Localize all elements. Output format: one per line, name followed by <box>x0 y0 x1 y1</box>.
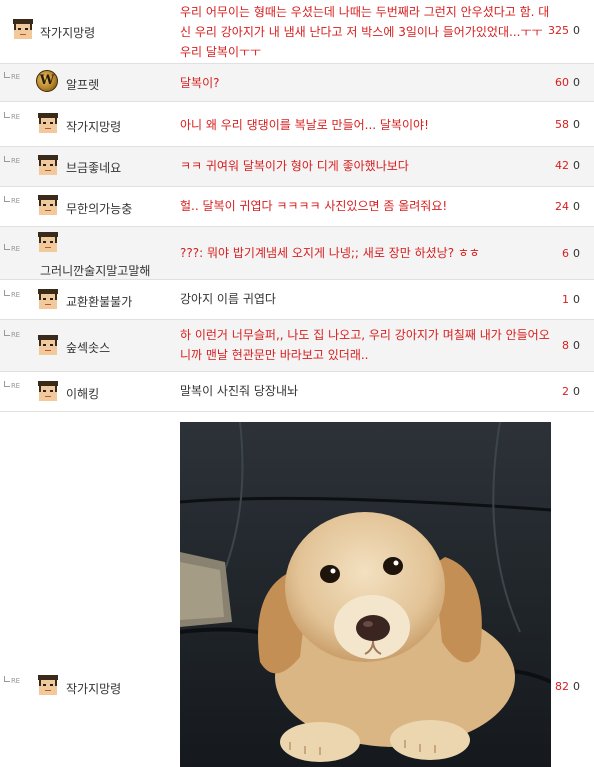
upvote-count[interactable]: 1 <box>562 293 569 306</box>
nickname[interactable]: 무한의가능충 <box>66 200 132 217</box>
nickname[interactable]: 그러니깐술지말고말해 <box>40 262 150 279</box>
downvote-count[interactable]: 0 <box>573 247 580 260</box>
reply-row: RE W 알프렛 달복이? 60 0 <box>0 64 594 102</box>
reply-indicator: RE <box>4 196 20 205</box>
pixel-face-icon[interactable] <box>36 230 60 254</box>
downvote-count[interactable]: 0 <box>573 118 580 131</box>
upvote-count[interactable]: 6 <box>562 247 569 260</box>
comment-text: 강아지 이름 귀엽다 <box>180 292 276 306</box>
upvote-count[interactable]: 8 <box>562 339 569 352</box>
upvote-count[interactable]: 58 <box>555 118 569 131</box>
upvote-count[interactable]: 42 <box>555 159 569 172</box>
reply-row: RE 브금좋네요 ㅋㅋ 귀여워 달복이가 형아 디게 좋아했나보다 42 0 <box>0 147 594 187</box>
nickname[interactable]: 작가지망령 <box>40 24 95 41</box>
comment-text: 달복이? <box>180 76 220 90</box>
vote-count: 58 0 <box>555 118 580 131</box>
comment-text: 하 이런거 너무슬퍼,, 나도 집 나오고, 우리 강아지가 며칠째 내가 안들… <box>180 328 550 362</box>
pixel-face-icon[interactable] <box>36 193 60 217</box>
nickname[interactable]: 이해킹 <box>66 385 99 402</box>
comment-text: 말복이 사진줘 당장내놔 <box>180 384 299 398</box>
downvote-count[interactable]: 0 <box>573 159 580 172</box>
pixel-face-icon[interactable] <box>36 111 60 135</box>
pixel-face-icon[interactable] <box>11 17 35 41</box>
downvote-count[interactable]: 0 <box>573 24 580 37</box>
vote-count: 60 0 <box>555 76 580 89</box>
reply-indicator: RE <box>4 330 20 339</box>
vote-count: 325 0 <box>548 24 580 37</box>
wow-logo-icon[interactable]: W <box>36 70 58 92</box>
comment-text: ㅋㅋ 귀여워 달복이가 형아 디게 좋아했나보다 <box>180 159 409 173</box>
reply-row: RE 무한의가능충 헐.. 달복이 귀엽다 ㅋㅋㅋㅋ 사진있으면 좀 올려줘요!… <box>0 187 594 227</box>
reply-row: RE 작가지망령 아니 왜 우리 댕댕이를 복날로 만들어... 달복이야! 5… <box>0 102 594 147</box>
downvote-count[interactable]: 0 <box>573 680 580 693</box>
vote-count: 24 0 <box>555 200 580 213</box>
reply-row: RE 이해킹 말복이 사진줘 당장내놔 20 <box>0 372 594 412</box>
downvote-count[interactable]: 0 <box>573 200 580 213</box>
pixel-face-icon[interactable] <box>36 673 60 697</box>
upvote-count[interactable]: 60 <box>555 76 569 89</box>
reply-indicator: RE <box>4 156 20 165</box>
pixel-face-icon[interactable] <box>36 153 60 177</box>
downvote-count[interactable]: 0 <box>573 385 580 398</box>
vote-count: 60 <box>562 247 580 260</box>
nickname[interactable]: 작가지망령 <box>66 680 121 697</box>
pixel-face-icon[interactable] <box>36 333 60 357</box>
nickname[interactable]: 교환환불불가 <box>66 293 132 310</box>
nickname[interactable]: 알프렛 <box>66 76 99 93</box>
reply-indicator: RE <box>4 244 20 253</box>
reply-indicator: RE <box>4 381 20 390</box>
nickname[interactable]: 숲섹솟스 <box>66 339 110 356</box>
comment-text: ???: 뭐야 밥기계냄세 오지게 나넹;; 새로 장만 하셨낭? ㅎㅎ <box>180 246 480 260</box>
downvote-count[interactable]: 0 <box>573 293 580 306</box>
comment-text: 아니 왜 우리 댕댕이를 복날로 만들어... 달복이야! <box>180 118 429 132</box>
upvote-count[interactable]: 24 <box>555 200 569 213</box>
upvote-count[interactable]: 2 <box>562 385 569 398</box>
vote-count: 42 0 <box>555 159 580 172</box>
reply-indicator: RE <box>4 676 20 685</box>
upvote-count[interactable]: 82 <box>555 680 569 693</box>
reply-indicator: RE <box>4 72 20 81</box>
nickname[interactable]: 작가지망령 <box>66 118 121 135</box>
reply-row: RE 교환환불불가 강아지 이름 귀엽다 10 <box>0 280 594 320</box>
reply-indicator: RE <box>4 290 20 299</box>
vote-count: 80 <box>562 339 580 352</box>
upvote-count[interactable]: 325 <box>548 24 569 37</box>
dog-photo[interactable] <box>180 422 551 767</box>
downvote-count[interactable]: 0 <box>573 76 580 89</box>
downvote-count[interactable]: 0 <box>573 339 580 352</box>
comment-text: 우리 어무이는 형때는 우셨는데 나때는 두번째라 그런지 안우셨다고 함. 대… <box>180 5 550 59</box>
vote-count: 10 <box>562 293 580 306</box>
comment-row: 작가지망령 우리 어무이는 형때는 우셨는데 나때는 두번째라 그런지 안우셨다… <box>0 0 594 64</box>
vote-count: 20 <box>562 385 580 398</box>
nickname[interactable]: 브금좋네요 <box>66 159 121 176</box>
reply-row: RE 그러니깐술지말고말해 ???: 뭐야 밥기계냄세 오지게 나넹;; 새로 … <box>0 227 594 280</box>
pixel-face-icon[interactable] <box>36 379 60 403</box>
comment-text: 헐.. 달복이 귀엽다 ㅋㅋㅋㅋ 사진있으면 좀 올려줘요! <box>180 199 448 213</box>
pixel-face-icon[interactable] <box>36 287 60 311</box>
reply-row: RE 숲섹솟스 하 이런거 너무슬퍼,, 나도 집 나오고, 우리 강아지가 며… <box>0 320 594 372</box>
reply-indicator: RE <box>4 112 20 121</box>
vote-count: 82 0 <box>555 680 580 693</box>
